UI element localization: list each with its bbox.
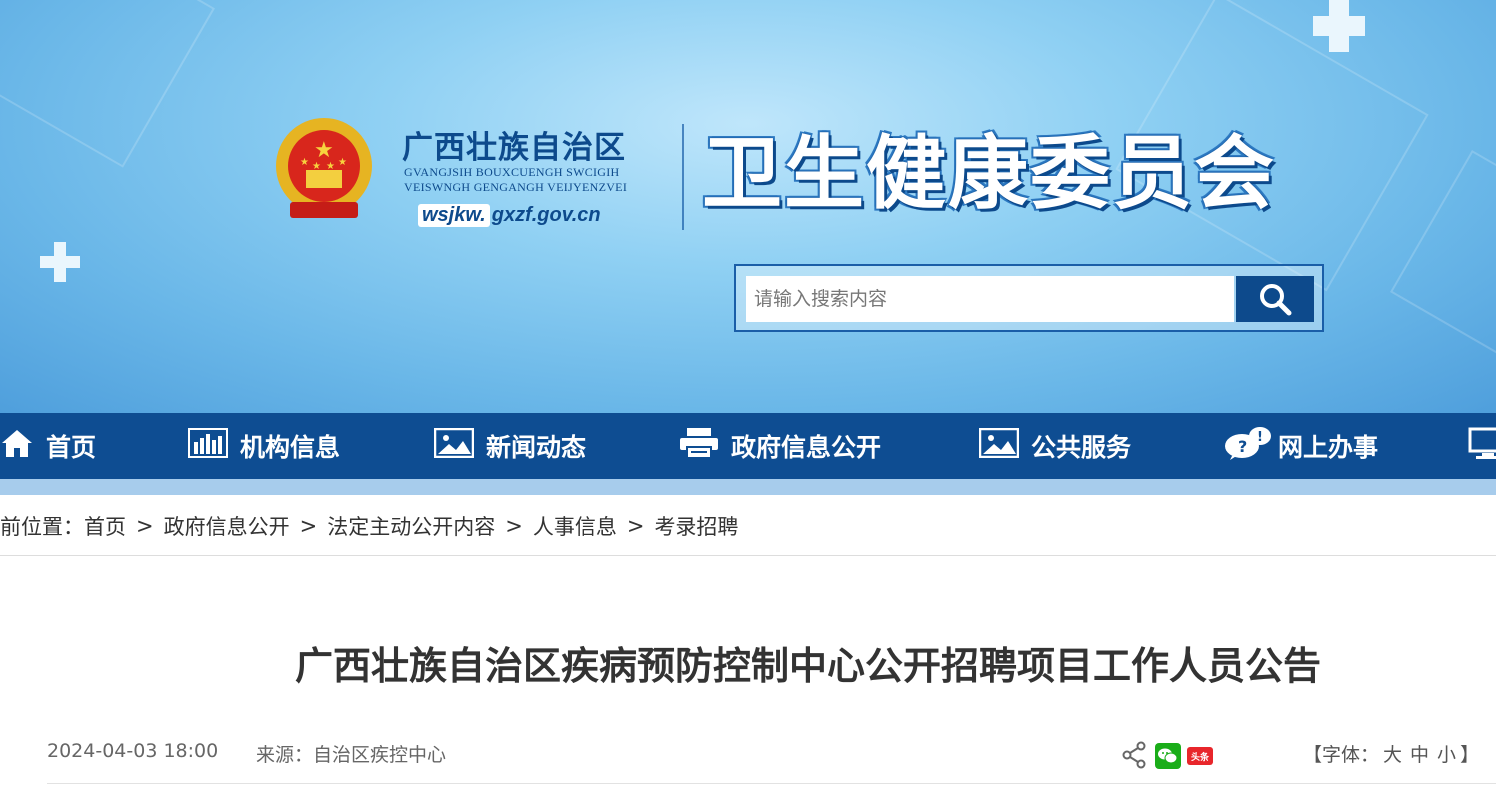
- svg-text:?: ?: [1238, 437, 1247, 456]
- nav-item-label: 首页: [46, 433, 97, 462]
- decorative-hexagon: [0, 0, 215, 168]
- font-size-medium[interactable]: 中: [1410, 740, 1429, 767]
- svg-text:!: !: [1257, 430, 1263, 445]
- breadcrumb-separator: >: [299, 514, 318, 538]
- image-icon: [433, 427, 475, 464]
- font-size-switcher: 【字体： 大 中 小 】: [1303, 740, 1479, 767]
- font-size-small[interactable]: 小: [1437, 740, 1456, 767]
- monitor-icon: [1468, 427, 1496, 465]
- main-nav: 首页 机构信息 新闻动态 政府信息公开 公共服务 ?! 网上办事: [0, 413, 1496, 479]
- breadcrumb-link-personnel[interactable]: 人事信息: [533, 511, 617, 541]
- nav-item-public-service[interactable]: 公共服务: [978, 413, 1132, 479]
- bar-chart-icon: [188, 428, 228, 464]
- national-emblem-icon: ★ ★ ★ ★ ★: [276, 118, 372, 220]
- breadcrumb-divider: [0, 555, 1496, 556]
- font-size-large[interactable]: 大: [1383, 740, 1402, 767]
- image-icon: [978, 427, 1020, 464]
- breadcrumb-link-recruitment[interactable]: 考录招聘: [654, 511, 738, 541]
- domain-prefix: wsjkw.: [418, 203, 490, 227]
- article-date: 2024-04-03 18:00: [47, 740, 219, 762]
- decorative-hexagon: [1389, 149, 1496, 375]
- region-name-zhuang-line2: VEISWNGH GENGANGH VEIJYENZVEI: [404, 180, 628, 194]
- nav-item-online-service[interactable]: ?! 网上办事: [1224, 413, 1378, 479]
- article-source: 来源：自治区疾控中心: [256, 744, 447, 766]
- search-icon: [1260, 284, 1292, 316]
- region-name-zhuang: GVANGJSIH BOUXCUENGH SWCIGIH VEISWNGH GE…: [404, 165, 627, 195]
- breadcrumb: 前位置： 首页 > 政府信息公开 > 法定主动公开内容 > 人事信息 > 考录招…: [0, 511, 738, 541]
- font-size-open: 【字体：: [1303, 744, 1380, 766]
- medical-cross-icon: [40, 242, 80, 282]
- wechat-icon[interactable]: [1155, 743, 1181, 769]
- nav-item-home[interactable]: 首页: [0, 413, 96, 479]
- breadcrumb-separator: >: [136, 514, 154, 538]
- breadcrumb-prefix: 前位置：: [0, 515, 84, 539]
- medical-cross-icon: [1313, 0, 1365, 52]
- share-icon[interactable]: [1122, 741, 1146, 769]
- site-name: 卫生健康委员会: [702, 127, 1276, 220]
- toutiao-icon[interactable]: 头条: [1187, 747, 1213, 765]
- nav-item-label: 公共服务: [1031, 433, 1132, 462]
- region-name: 广西壮族自治区: [402, 130, 626, 166]
- search-box: [734, 264, 1324, 332]
- nav-item-label: 政府信息公开: [731, 433, 882, 462]
- search-button[interactable]: [1236, 276, 1314, 322]
- nav-item-news[interactable]: 新闻动态: [433, 413, 587, 479]
- search-input[interactable]: [746, 276, 1234, 322]
- domain-suffix: gxzf.gov.cn: [491, 203, 601, 226]
- nav-item-label: 机构信息: [240, 433, 341, 462]
- chat-bubbles-icon: ?!: [1224, 426, 1272, 466]
- site-header: ★ ★ ★ ★ ★ 广西壮族自治区 GVANGJSIH BOUXCUENGH S…: [0, 0, 1496, 413]
- meta-divider: [47, 783, 1496, 784]
- site-domain: wsjkw. gxzf.gov.cn: [418, 200, 601, 230]
- header-divider: [682, 124, 684, 230]
- breadcrumb-link-gov-info[interactable]: 政府信息公开: [164, 511, 290, 541]
- nav-bottom-strip: [0, 479, 1496, 495]
- region-name-zhuang-line1: GVANGJSIH BOUXCUENGH SWCIGIH: [404, 165, 620, 179]
- nav-item-organization[interactable]: 机构信息: [188, 413, 340, 479]
- font-size-close: 】: [1460, 744, 1480, 766]
- home-icon: [0, 427, 34, 465]
- article-title: 广西壮族自治区疾病预防控制中心公开招聘项目工作人员公告: [294, 644, 1321, 688]
- nav-item-label: 网上办事: [1278, 433, 1379, 462]
- breadcrumb-separator: >: [505, 514, 523, 538]
- breadcrumb-link-statutory[interactable]: 法定主动公开内容: [327, 511, 495, 541]
- nav-item-label: 新闻动态: [486, 433, 587, 462]
- nav-item-gov-info[interactable]: 政府信息公开: [679, 413, 881, 479]
- breadcrumb-separator: >: [626, 514, 645, 538]
- nav-item-more[interactable]: [1468, 413, 1496, 479]
- printer-icon: [679, 427, 719, 465]
- breadcrumb-link-home[interactable]: 首页: [84, 511, 126, 541]
